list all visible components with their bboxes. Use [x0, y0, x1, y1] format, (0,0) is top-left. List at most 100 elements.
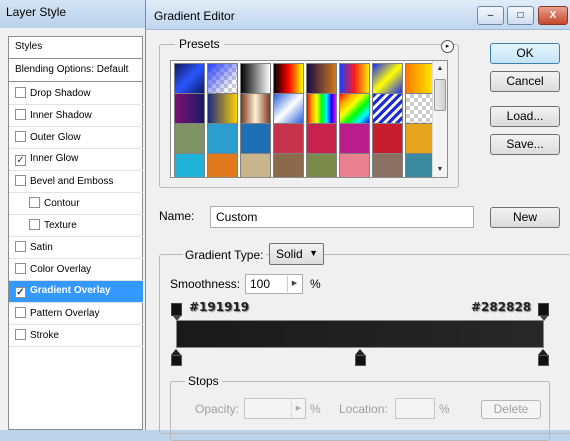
gradient-type-select[interactable]: Solid ▼ [269, 243, 324, 265]
blending-options-item[interactable]: Blending Options: Default [9, 60, 143, 82]
close-button[interactable]: X [538, 6, 568, 25]
name-input[interactable]: Custom [210, 206, 474, 228]
smoothness-label: Smoothness: [170, 277, 241, 291]
gradient-editor-window: Gradient Editor – □ X Presets ▸ ▲ ▼ OK C… [145, 0, 570, 441]
style-item-label: Contour [44, 198, 80, 209]
location-percent: % [439, 402, 450, 416]
style-item-pattern-overlay[interactable]: Pattern Overlay [9, 303, 143, 325]
right-color-hex: #282828 [471, 300, 532, 314]
styles-header[interactable]: Styles [9, 37, 143, 59]
presets-scrollbar[interactable]: ▲ ▼ [432, 61, 447, 177]
scroll-thumb[interactable] [434, 79, 446, 111]
style-item-contour[interactable]: Contour [9, 193, 143, 215]
style-item-outer-glow[interactable]: Outer Glow [9, 127, 143, 149]
preset-swatch[interactable] [207, 93, 238, 124]
smoothness-input[interactable]: 100 ▶ [245, 274, 303, 294]
style-item-satin[interactable]: Satin [9, 237, 143, 259]
checkbox[interactable] [15, 87, 26, 98]
style-item-label: Satin [30, 242, 53, 253]
checkbox[interactable] [29, 219, 40, 230]
preset-swatch[interactable] [339, 123, 370, 154]
title-bar[interactable]: Gradient Editor – □ X [146, 0, 570, 30]
preset-swatch[interactable] [372, 63, 403, 94]
location-label: Location: [339, 402, 388, 416]
checkbox[interactable] [15, 329, 26, 340]
cancel-button[interactable]: Cancel [490, 71, 560, 92]
preset-swatch[interactable] [306, 63, 337, 94]
preset-swatch[interactable] [339, 63, 370, 94]
stops-label: Stops [185, 374, 222, 388]
presets-menu-icon[interactable]: ▸ [441, 40, 454, 53]
smoothness-percent: % [310, 277, 321, 291]
color-stop-left[interactable] [171, 349, 182, 367]
maximize-button[interactable]: □ [507, 6, 534, 25]
checkbox[interactable] [15, 109, 26, 120]
minimize-button[interactable]: – [477, 6, 504, 25]
gradient-preview-bar[interactable] [176, 320, 544, 348]
style-item-inner-glow[interactable]: ✓ Inner Glow [9, 149, 143, 171]
checkbox[interactable] [15, 175, 26, 186]
presets-swatches: ▲ ▼ [170, 60, 448, 178]
style-item-bevel-and-emboss[interactable]: Bevel and Emboss [9, 171, 143, 193]
preset-swatch[interactable] [372, 93, 403, 124]
preset-swatch[interactable] [306, 93, 337, 124]
location-input[interactable] [395, 398, 435, 419]
load-button[interactable]: Load... [490, 106, 560, 127]
preset-swatch[interactable] [306, 123, 337, 154]
preset-swatch[interactable] [273, 123, 304, 154]
preset-swatch[interactable] [174, 93, 205, 124]
preset-swatch[interactable] [240, 93, 271, 124]
gradient-type-label: Gradient Type: [183, 248, 266, 262]
minimize-icon: – [487, 10, 494, 21]
preset-swatch[interactable] [174, 123, 205, 154]
smoothness-arrow-icon[interactable]: ▶ [287, 276, 301, 292]
style-item-inner-shadow[interactable]: Inner Shadow [9, 105, 143, 127]
opacity-arrow-icon[interactable]: ▶ [291, 399, 305, 418]
preset-swatch[interactable] [273, 153, 304, 177]
preset-swatch[interactable] [273, 93, 304, 124]
scroll-down-icon[interactable]: ▼ [433, 162, 447, 177]
preset-swatch[interactable] [174, 153, 205, 177]
scroll-up-icon[interactable]: ▲ [433, 61, 447, 76]
save-button[interactable]: Save... [490, 134, 560, 155]
presets-label: Presets [175, 37, 224, 51]
layer-style-title: Layer Style [0, 0, 145, 28]
preset-swatch[interactable] [240, 63, 271, 94]
preset-swatch[interactable] [372, 123, 403, 154]
checkbox[interactable]: ✓ [15, 155, 26, 166]
preset-swatch[interactable] [207, 153, 238, 177]
style-item-texture[interactable]: Texture [9, 215, 143, 237]
opacity-stop-left[interactable] [171, 303, 182, 321]
checkbox[interactable] [15, 263, 26, 274]
preset-swatch[interactable] [339, 93, 370, 124]
preset-swatch[interactable] [306, 153, 337, 177]
style-item-label: Bevel and Emboss [30, 176, 114, 187]
ok-button[interactable]: OK [490, 43, 560, 64]
preset-swatch[interactable] [207, 123, 238, 154]
checkbox[interactable] [15, 131, 26, 142]
new-button[interactable]: New [490, 207, 560, 228]
checkbox[interactable]: ✓ [15, 287, 26, 298]
color-midpoint-stop[interactable] [355, 349, 366, 367]
style-item-color-overlay[interactable]: Color Overlay [9, 259, 143, 281]
style-item-stroke[interactable]: Stroke [9, 325, 143, 347]
preset-swatch[interactable] [273, 63, 304, 94]
preset-swatch[interactable] [372, 153, 403, 177]
preset-swatch[interactable] [207, 63, 238, 94]
checkbox[interactable] [15, 307, 26, 318]
opacity-input[interactable]: ▶ [244, 398, 306, 419]
style-item-drop-shadow[interactable]: Drop Shadow [9, 83, 143, 105]
delete-button[interactable]: Delete [481, 400, 541, 419]
color-stop-right[interactable] [538, 349, 549, 367]
preset-swatch[interactable] [174, 63, 205, 94]
style-item-label: Texture [44, 220, 77, 231]
preset-swatch[interactable] [240, 123, 271, 154]
style-item-gradient-overlay[interactable]: ✓ Gradient Overlay [9, 281, 143, 303]
style-item-label: Drop Shadow [30, 88, 91, 99]
checkbox[interactable] [15, 241, 26, 252]
preset-swatch[interactable] [339, 153, 370, 177]
checkbox[interactable] [29, 197, 40, 208]
preset-swatch[interactable] [240, 153, 271, 177]
opacity-stop-right[interactable] [538, 303, 549, 321]
maximize-icon: □ [517, 10, 524, 21]
